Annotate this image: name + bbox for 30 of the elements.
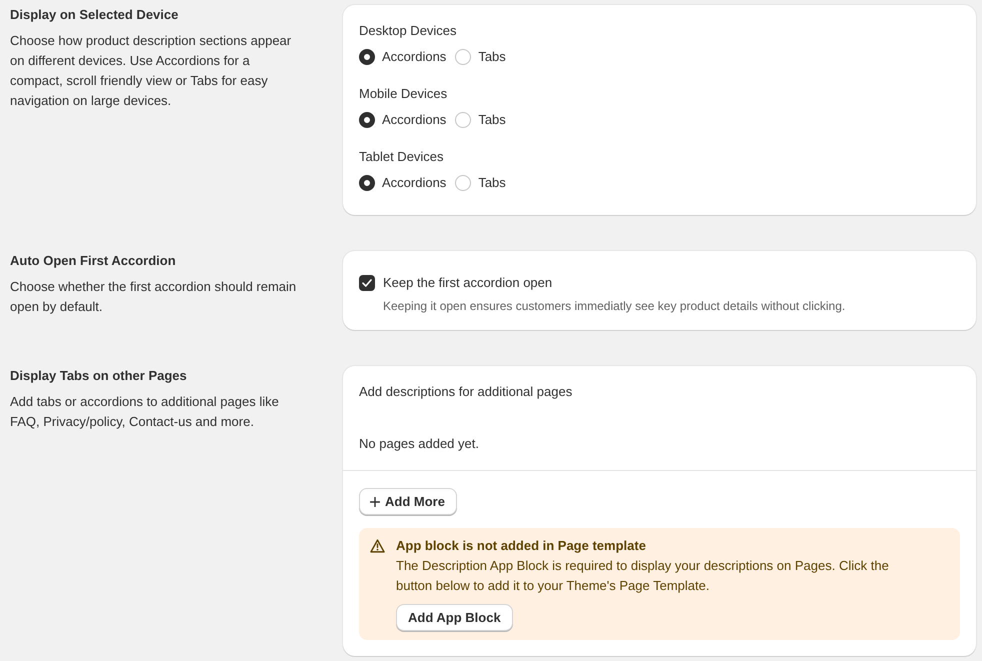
radio-label[interactable]: Tabs bbox=[478, 173, 506, 193]
group-label: Tablet Devices bbox=[359, 148, 444, 166]
add-app-block-button[interactable]: Add App Block bbox=[396, 604, 513, 631]
section-description: Add tabs or accordions to additional pages like FAQ, Privacy/policy, Contact-us and more. bbox=[10, 393, 280, 431]
card-heading: Add descriptions for additional pages bbox=[359, 383, 574, 401]
warning-icon bbox=[370, 539, 385, 553]
plus-icon bbox=[370, 496, 380, 506]
radio-label[interactable]: Accordions bbox=[382, 47, 446, 67]
radio-label[interactable]: Tabs bbox=[478, 47, 506, 67]
radio-button[interactable] bbox=[359, 112, 375, 128]
group-label: Desktop Devices bbox=[359, 22, 457, 40]
section-description: Choose how product description sections appear on different devices. Use Accordions for a compact, scroll friendly view or Tabs for easy navigation on large devices. bbox=[10, 32, 292, 110]
radio-label[interactable]: Accordions bbox=[382, 110, 446, 130]
check-icon bbox=[362, 279, 372, 287]
group-label: Mobile Devices bbox=[359, 85, 448, 103]
radio-button[interactable] bbox=[359, 175, 375, 191]
empty-state-text: No pages added yet. bbox=[359, 435, 480, 453]
checkbox-label[interactable]: Keep the first accordion open bbox=[383, 273, 552, 293]
banner-message: The Description App Block is required to display your descriptions on Pages. Click the button below to add it to your Theme's Page Template. bbox=[396, 557, 890, 595]
add-more-button[interactable]: Add More bbox=[359, 488, 457, 515]
checkbox[interactable] bbox=[359, 275, 375, 291]
section-description: Choose whether the first accordion should remain open by default. bbox=[10, 278, 298, 316]
banner-title: App block is not added in Page template bbox=[396, 537, 646, 555]
radio-label[interactable]: Tabs bbox=[478, 110, 506, 130]
help-text: Keeping it open ensures customers immediatly see key product details without clicking. bbox=[383, 298, 846, 315]
radio-button[interactable] bbox=[359, 49, 375, 65]
section-title: Display on Selected Device bbox=[10, 6, 178, 24]
section-title: Auto Open First Accordion bbox=[10, 252, 176, 270]
section-title: Display Tabs on other Pages bbox=[10, 367, 187, 385]
radio-label[interactable]: Accordions bbox=[382, 173, 446, 193]
